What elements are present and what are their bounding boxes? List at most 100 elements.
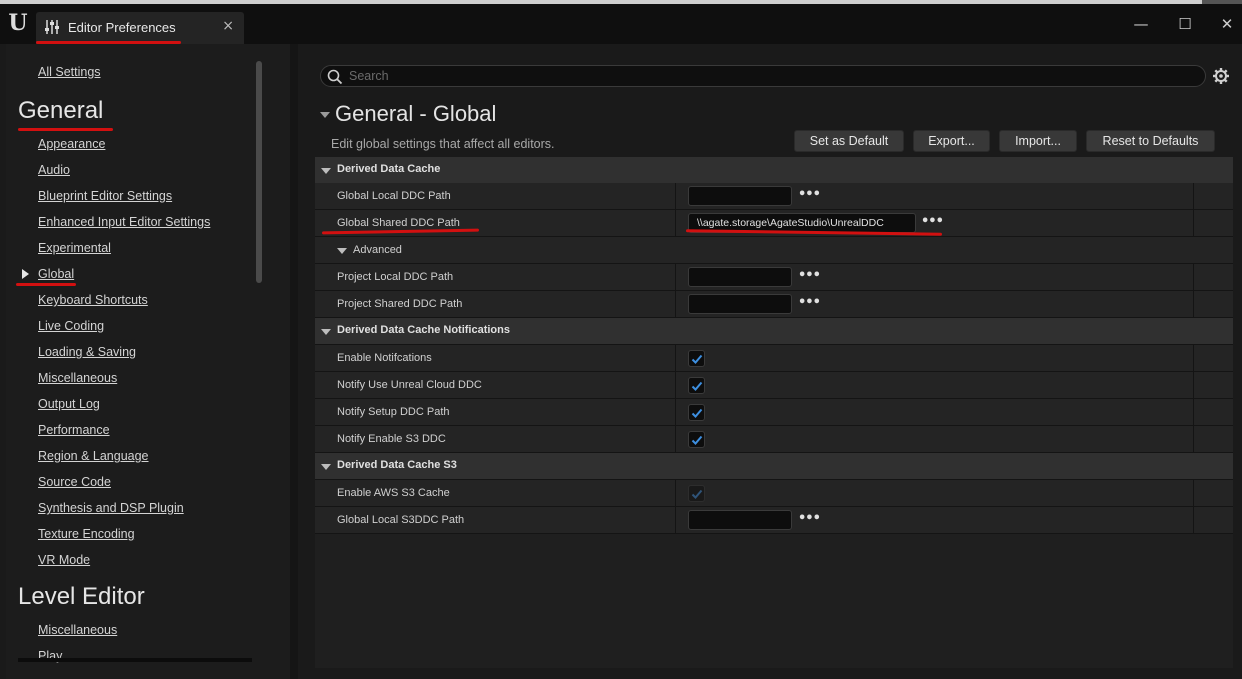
category-label: Derived Data Cache Notifications	[337, 324, 510, 336]
notify-enable-s3-checkbox[interactable]	[688, 431, 705, 448]
sliders-icon	[44, 19, 60, 35]
checkmark-icon	[691, 381, 703, 391]
sidebar-item-miscellaneous[interactable]: Miscellaneous	[38, 371, 117, 385]
column-separator	[675, 399, 676, 426]
window-close-button[interactable]: ✕	[1217, 14, 1237, 34]
enable-notifications-checkbox[interactable]	[688, 350, 705, 367]
annotation-underline-general	[18, 128, 113, 131]
sidebar-item-region-language[interactable]: Region & Language	[38, 449, 149, 463]
column-separator	[1193, 480, 1194, 507]
checkmark-icon	[691, 408, 703, 418]
sidebar-horizontal-scrollbar[interactable]	[18, 658, 252, 662]
sidebar-item-audio[interactable]: Audio	[38, 163, 70, 177]
column-separator	[675, 210, 676, 237]
global-local-ddc-path-input[interactable]	[688, 186, 792, 206]
property-grid: Derived Data Cache Global Local DDC Path…	[315, 157, 1233, 668]
property-row: Notify Enable S3 DDC	[315, 426, 1233, 453]
sidebar-all-settings[interactable]: All Settings	[38, 65, 101, 79]
sidebar-item-output-log[interactable]: Output Log	[38, 397, 100, 411]
search-box[interactable]	[320, 65, 1206, 87]
checkmark-icon	[691, 489, 703, 499]
page-title: General - Global	[335, 101, 497, 126]
browse-button[interactable]: •••	[921, 215, 944, 228]
property-row: Enable Notifcations	[315, 345, 1233, 372]
browse-button[interactable]: •••	[798, 512, 821, 525]
search-input[interactable]	[349, 68, 1189, 84]
checkmark-icon	[691, 354, 703, 364]
property-label: Notify Enable S3 DDC	[337, 433, 446, 445]
property-row: Enable AWS S3 Cache	[315, 480, 1233, 507]
sidebar-heading-general: General	[18, 97, 104, 124]
import-button[interactable]: Import...	[999, 130, 1077, 152]
column-separator	[675, 426, 676, 453]
category-ddc-notifications[interactable]: Derived Data Cache Notifications	[315, 318, 1233, 345]
category-label: Derived Data Cache S3	[337, 459, 457, 471]
column-separator	[1193, 372, 1194, 399]
property-label: Notify Use Unreal Cloud DDC	[337, 379, 482, 391]
column-separator	[1193, 183, 1194, 210]
title-bar: U Editor Preferences × — ☐ ✕	[0, 4, 1242, 44]
tab-editor-preferences[interactable]: Editor Preferences ×	[36, 12, 244, 44]
sidebar-item-appearance[interactable]: Appearance	[38, 137, 105, 151]
sidebar-item-synthesis-dsp[interactable]: Synthesis and DSP Plugin	[38, 501, 184, 515]
tab-title: Editor Preferences	[68, 20, 176, 35]
sidebar-item-vr-mode[interactable]: VR Mode	[38, 553, 90, 567]
project-local-ddc-path-input[interactable]	[688, 267, 792, 287]
export-button[interactable]: Export...	[913, 130, 990, 152]
sidebar-scrollbar[interactable]	[256, 61, 262, 283]
column-separator	[1193, 426, 1194, 453]
property-label: Notify Setup DDC Path	[337, 406, 450, 418]
search-icon	[327, 69, 343, 85]
category-ddc-s3[interactable]: Derived Data Cache S3	[315, 453, 1233, 480]
category-derived-data-cache[interactable]: Derived Data Cache	[315, 157, 1233, 184]
selected-arrow-icon	[22, 269, 29, 279]
column-separator	[1193, 399, 1194, 426]
column-separator	[1193, 507, 1194, 534]
sidebar-item-performance[interactable]: Performance	[38, 423, 110, 437]
sidebar-item-enhanced-input[interactable]: Enhanced Input Editor Settings	[38, 215, 210, 229]
notify-unreal-cloud-checkbox[interactable]	[688, 377, 705, 394]
column-separator	[1193, 210, 1194, 237]
maximize-button[interactable]: ☐	[1175, 14, 1195, 34]
expand-arrow-icon	[321, 329, 331, 335]
advanced-label: Advanced	[353, 244, 402, 256]
property-label: Enable AWS S3 Cache	[337, 487, 450, 499]
collapse-arrow-icon[interactable]	[320, 112, 330, 118]
sidebar: All Settings General Appearance Audio Bl…	[0, 44, 290, 679]
browse-button[interactable]: •••	[798, 269, 821, 282]
minimize-button[interactable]: —	[1131, 14, 1151, 34]
expand-arrow-icon	[321, 464, 331, 470]
advanced-row[interactable]: Advanced	[315, 237, 1233, 264]
sidebar-heading-level-editor: Level Editor	[18, 583, 145, 610]
property-row: Project Shared DDC Path •••	[315, 291, 1233, 318]
sidebar-item-global[interactable]: Global	[38, 267, 74, 281]
column-separator	[675, 372, 676, 399]
set-as-default-button[interactable]: Set as Default	[794, 130, 904, 152]
gear-icon[interactable]	[1212, 67, 1232, 87]
annotation-underline-global	[16, 283, 76, 286]
enable-aws-s3-cache-checkbox[interactable]	[688, 485, 705, 502]
sidebar-item-keyboard-shortcuts[interactable]: Keyboard Shortcuts	[38, 293, 148, 307]
column-separator	[1193, 345, 1194, 372]
project-shared-ddc-path-input[interactable]	[688, 294, 792, 314]
sidebar-item-experimental[interactable]: Experimental	[38, 241, 111, 255]
sidebar-item-loading-saving[interactable]: Loading & Saving	[38, 345, 136, 359]
browse-button[interactable]: •••	[798, 188, 821, 201]
sidebar-item-texture-encoding[interactable]: Texture Encoding	[38, 527, 135, 541]
expand-arrow-icon	[337, 248, 347, 254]
sidebar-item-live-coding[interactable]: Live Coding	[38, 319, 104, 333]
sidebar-item-source-code[interactable]: Source Code	[38, 475, 111, 489]
property-label: Project Shared DDC Path	[337, 298, 463, 310]
category-label: Derived Data Cache	[337, 163, 441, 175]
sidebar-item-blueprint-editor-settings[interactable]: Blueprint Editor Settings	[38, 189, 172, 203]
unreal-logo-icon[interactable]: U	[6, 10, 30, 36]
sidebar-item-level-miscellaneous[interactable]: Miscellaneous	[38, 623, 117, 637]
property-row: Global Local DDC Path •••	[315, 183, 1233, 210]
property-row: Project Local DDC Path •••	[315, 264, 1233, 291]
reset-to-defaults-button[interactable]: Reset to Defaults	[1086, 130, 1215, 152]
property-label: Project Local DDC Path	[337, 271, 454, 283]
notify-setup-ddc-path-checkbox[interactable]	[688, 404, 705, 421]
browse-button[interactable]: •••	[798, 296, 821, 309]
global-local-s3ddc-path-input[interactable]	[688, 510, 792, 530]
tab-close-icon[interactable]: ×	[222, 18, 234, 34]
